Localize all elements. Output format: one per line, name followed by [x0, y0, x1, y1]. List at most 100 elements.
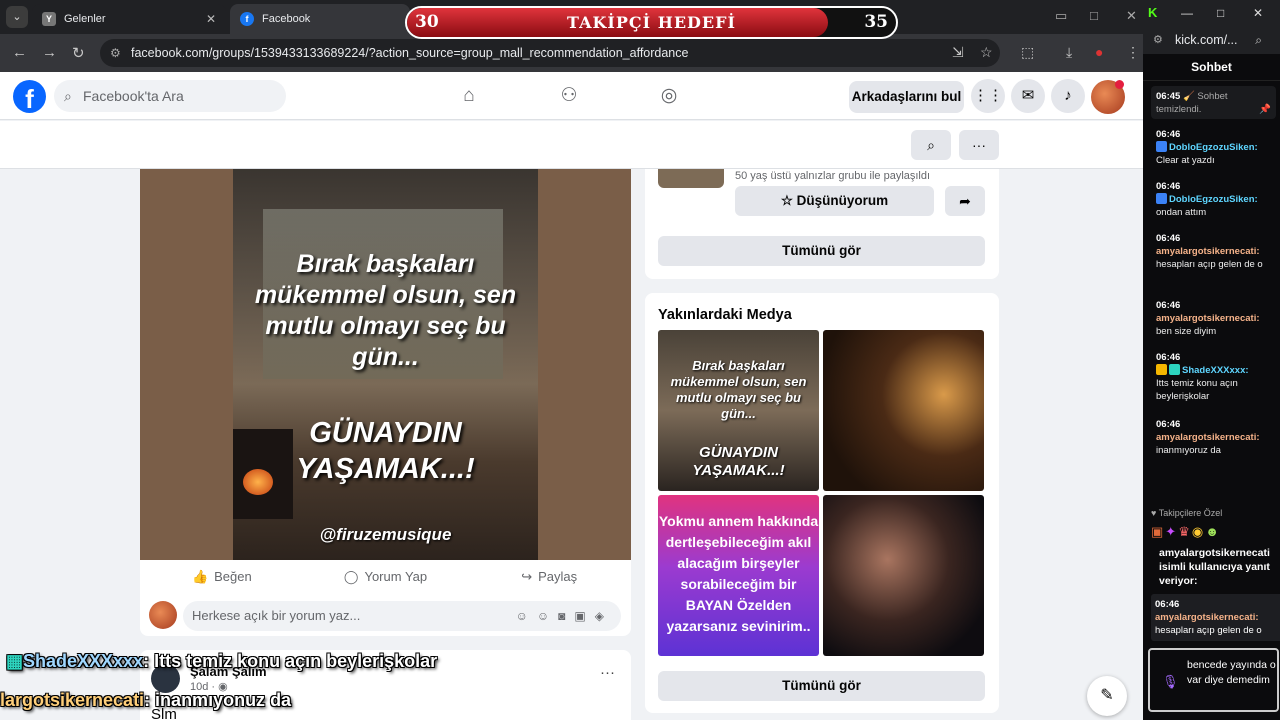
message-user[interactable]: ShadeXXXxxx: [1182, 365, 1249, 376]
message-user[interactable]: amyalargotsikernecati: [1156, 246, 1260, 257]
emote-list[interactable]: ▣✦♛◉☻ [1151, 524, 1276, 540]
messenger-icon[interactable]: ✉ [1011, 79, 1045, 113]
group-thumbnail[interactable] [658, 169, 724, 188]
message-user[interactable]: amyalargotsikernecati: [1156, 432, 1260, 443]
close-tab-icon[interactable]: ✕ [206, 12, 216, 26]
comment-placeholder: Herkese açık bir yorum yaz... [192, 608, 361, 623]
system-message: 06:45 🧹 Sohbet temizlendi. 📌 [1151, 86, 1276, 119]
maximize-icon[interactable]: □ [1090, 8, 1098, 23]
home-icon[interactable]: ⌂ [457, 84, 481, 108]
interested-button[interactable]: ☆ Düşünüyorum [735, 186, 934, 216]
download-icon[interactable]: ⤓ [1066, 44, 1072, 61]
chat-message: 06:46 amyalargotsikernecati: ben size di… [1156, 299, 1278, 338]
find-friends-button[interactable]: Arkadaşlarını bul [849, 81, 964, 113]
comment-input[interactable]: Herkese açık bir yorum yaz... ☺☺◙▣◈ [183, 601, 621, 631]
tab-facebook[interactable]: f Facebook [230, 4, 410, 34]
star-icon: ☆ [780, 193, 797, 208]
pin-icon[interactable]: 📌 [1259, 103, 1271, 116]
reply-quote: 06:46 amyalargotsikernecati: hesapları a… [1151, 594, 1280, 641]
chat-message: 06:46 DobloEgzozuSiken: Clear at yazdı [1156, 128, 1278, 167]
share-icon: ↪ [521, 569, 533, 584]
groups-icon[interactable]: ◎ [657, 84, 681, 108]
site-info-icon[interactable]: ⚙ [110, 39, 121, 67]
profile-icon[interactable]: ● [1095, 44, 1103, 60]
media3-text: Yokmu annem hakkında dertleşebileceğim a… [658, 513, 819, 634]
url-field[interactable]: ⚙ facebook.com/groups/1539433133689224/?… [100, 39, 1000, 67]
post-greeting: GÜNAYDIN YAŞAMAK...! [296, 417, 475, 485]
post-image[interactable]: Bırak başkaları mükemmel olsun, sen mutl… [233, 169, 538, 560]
overlay-chat-line-1: ▦ShadeXXXxxx: Itts temiz konu açın beyle… [6, 651, 437, 672]
message-text: hesapları açıp gelen de o [1156, 259, 1263, 270]
chat-input[interactable]: 🎙 bencede yayında o var diye demedim [1148, 648, 1279, 712]
chat-title: Sohbet [1143, 54, 1280, 81]
media-thumbnail-2[interactable] [823, 330, 984, 491]
media-thumbnail-1[interactable]: Bırak başkaları mükemmel olsun, sen mutl… [658, 330, 819, 491]
post-media[interactable]: Bırak başkaları mükemmel olsun, sen mutl… [140, 169, 631, 560]
see-all-media-button[interactable]: Tümünü gör [658, 671, 985, 701]
message-time: 06:46 [1156, 300, 1181, 311]
facebook-header: f ⌕ Facebook'ta Ara ⌂ ⚇ ◎ Arkadaşlarını … [0, 72, 1143, 120]
mic-icon[interactable]: 🎙 [1162, 674, 1179, 690]
media-thumbnail-3[interactable]: Yokmu annem hakkında dertleşebileceğim a… [658, 495, 819, 656]
group-subtitle: 50 yaş üstü yalnızlar grubu ile paylaşıl… [735, 170, 931, 182]
new-message-icon[interactable]: ✎ [1087, 676, 1127, 716]
message-text: Clear at yazdı [1156, 155, 1215, 166]
menu-grid-icon[interactable]: ⋮⋮ [971, 79, 1005, 113]
minimize-icon[interactable]: — [1181, 6, 1193, 20]
emote-title: ♥ Takipçilere Özel [1151, 508, 1276, 518]
message-user[interactable]: amyalargotsikernecati: [1156, 313, 1260, 324]
comment-tool-icons[interactable]: ☺☺◙▣◈ [516, 601, 613, 631]
maximize-icon[interactable]: □ [1217, 6, 1224, 20]
like-button[interactable]: 👍 Beğen [140, 562, 304, 592]
facebook-search-input[interactable]: ⌕ Facebook'ta Ara [54, 80, 286, 112]
zoom-icon[interactable]: ⌕ [1255, 26, 1262, 54]
close-icon[interactable]: ✕ [1253, 6, 1263, 20]
kick-url-bar[interactable]: ⚙ kick.com/... ⌕ [1143, 26, 1280, 54]
reply-title: amyalargotsikernecati isimli kullanıcıya… [1159, 547, 1270, 587]
tab-gelenler[interactable]: Y Gelenler ✕ [32, 4, 226, 34]
media-thumbnail-4[interactable] [823, 495, 984, 656]
comment-button[interactable]: ◯ Yorum Yap [304, 562, 468, 592]
tab-label: Gelenler [64, 13, 106, 25]
bookmark-star-icon[interactable]: ☆ [980, 44, 993, 61]
message-user[interactable]: DobloEgzozuSiken: [1169, 194, 1258, 205]
install-app-icon[interactable]: ⇲ [952, 44, 964, 61]
notifications-icon[interactable]: ♪ [1051, 79, 1085, 113]
kick-url: kick.com/... [1175, 33, 1238, 47]
follower-goal-bar: TAKİPÇİ HEDEFİ 30 35 [405, 6, 898, 39]
like-label: Beğen [214, 569, 252, 584]
group-search-icon[interactable]: ⌕ [911, 130, 951, 160]
share-button[interactable]: ↪ Paylaş [467, 562, 631, 592]
tab-search-button[interactable]: ⌄ [6, 6, 28, 28]
forward-icon[interactable]: → [42, 44, 57, 61]
interested-label: Düşünüyorum [796, 193, 889, 208]
extensions-icon[interactable]: ⬚ [1021, 44, 1034, 61]
group-more-icon[interactable]: ··· [959, 130, 999, 160]
like-icon: 👍 [191, 569, 209, 584]
comment-label: Yorum Yap [364, 569, 428, 584]
comment-icon: ◯ [343, 569, 359, 584]
overlay-text-1: : Itts temiz konu açın beylerişkolar [143, 651, 438, 671]
reload-icon[interactable]: ↻ [72, 44, 85, 62]
goal-title: TAKİPÇİ HEDEFİ [567, 13, 736, 32]
back-icon[interactable]: ← [12, 44, 27, 61]
menu-icon[interactable]: ⋮ [1126, 44, 1140, 61]
see-all-button[interactable]: Tümünü gör [658, 236, 985, 266]
reply-user: amyalargotsikernecati: [1155, 612, 1259, 623]
message-user[interactable]: DobloEgzozuSiken: [1169, 142, 1258, 153]
heart-icon: ♥ [1151, 508, 1159, 518]
crown-badge-icon [1156, 364, 1167, 375]
og-badge-icon [1169, 364, 1180, 375]
search-placeholder: Facebook'ta Ara [83, 88, 184, 104]
kick-title-bar: K — □ ✕ [1143, 0, 1280, 26]
comment-composer: Herkese açık bir yorum yaz... ☺☺◙▣◈ [149, 601, 621, 631]
close-window-icon[interactable]: ✕ [1126, 8, 1137, 24]
gelenler-favicon: Y [42, 12, 56, 26]
friends-icon[interactable]: ⚇ [557, 84, 581, 108]
message-text: inanmıyoruz da [1156, 445, 1221, 456]
share-arrow-icon[interactable]: ➦ [945, 186, 985, 216]
facebook-logo-icon[interactable]: f [13, 80, 46, 114]
media-icon[interactable]: ▭ [1055, 8, 1067, 24]
tab-label: Facebook [262, 13, 311, 25]
post-more-icon[interactable]: ··· [600, 664, 615, 681]
